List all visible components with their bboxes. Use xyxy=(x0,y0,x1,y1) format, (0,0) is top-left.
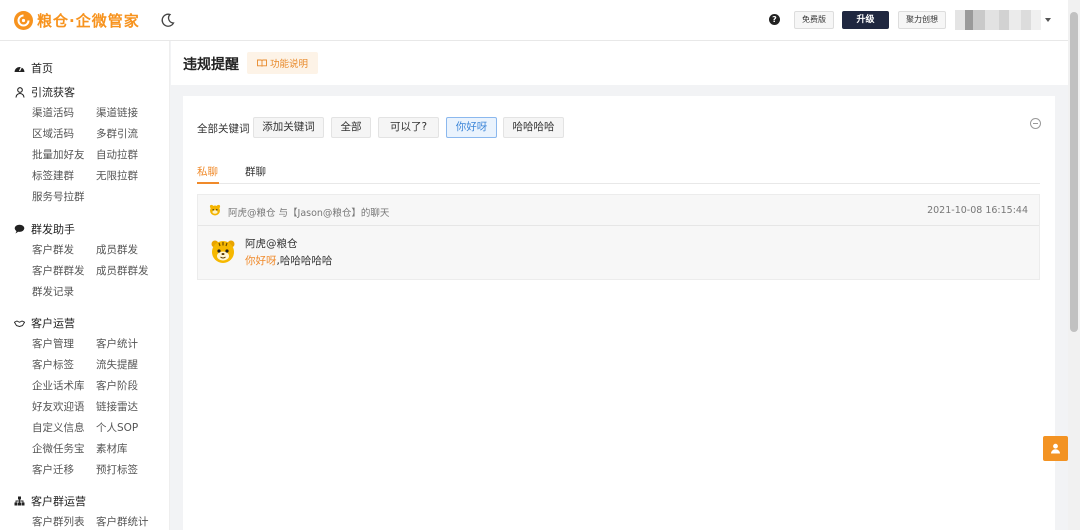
tab-private-chat[interactable]: 私聊 xyxy=(197,164,218,179)
tiger-avatar-icon xyxy=(209,204,221,216)
sidebar-section-mass-messaging[interactable]: 群发助手 xyxy=(14,221,75,237)
user-menu-caret-icon[interactable] xyxy=(1045,18,1051,22)
sidebar-item[interactable]: 客户统计 xyxy=(96,336,138,351)
page-scrollbar[interactable] xyxy=(1068,0,1080,530)
scrollbar-thumb[interactable] xyxy=(1070,12,1078,332)
keyword-chip[interactable]: 可以了? xyxy=(378,117,439,138)
handshake-icon xyxy=(14,318,25,329)
sidebar-section-label: 客户运营 xyxy=(31,317,75,330)
sidebar-item-label: 首页 xyxy=(31,62,53,75)
chat-type-tabs: 私聊 群聊 xyxy=(197,164,1040,184)
user-avatar-blurred[interactable] xyxy=(955,10,1041,30)
sidebar-section-label: 客户群运营 xyxy=(31,495,86,508)
sidebar-section-label: 群发助手 xyxy=(31,223,75,236)
message-rest: ,哈哈哈哈哈 xyxy=(276,255,333,267)
chat-bubble-icon xyxy=(14,224,25,235)
sidebar-item-home[interactable]: 首页 xyxy=(14,60,53,76)
page-header: 违规提醒 功能说明 xyxy=(171,41,1068,85)
org-chart-icon xyxy=(14,496,25,507)
app-logo[interactable]: 粮仓·企微管家 xyxy=(14,10,140,31)
feature-description-button[interactable]: 功能说明 xyxy=(247,52,318,74)
message-text: 你好呀,哈哈哈哈哈 xyxy=(245,253,332,268)
logo-mark-icon xyxy=(14,11,33,30)
sidebar-item[interactable]: 客户迁移 xyxy=(32,462,74,477)
chat-title: 阿虎@粮仓 与【Jason@粮仓】的聊天 xyxy=(228,208,390,219)
keyword-chip[interactable]: 哈哈哈哈 xyxy=(503,117,564,138)
sidebar-item[interactable]: 好友欢迎语 xyxy=(32,399,85,414)
sidebar-section-group-ops[interactable]: 客户群运营 xyxy=(14,493,86,509)
sidebar-item[interactable]: 群发记录 xyxy=(32,284,74,299)
book-icon xyxy=(257,59,267,67)
sidebar-item[interactable]: 客户阶段 xyxy=(96,378,138,393)
collapse-icon[interactable] xyxy=(1030,118,1041,129)
sidebar-item[interactable]: 多群引流 xyxy=(96,126,138,141)
chat-record: 阿虎@粮仓 与【Jason@粮仓】的聊天 2021-10-08 16:15:44… xyxy=(197,194,1040,280)
dark-mode-moon-icon[interactable] xyxy=(160,12,176,28)
sidebar-item[interactable]: 服务号拉群 xyxy=(32,189,85,204)
sidebar-item[interactable]: 标签建群 xyxy=(32,168,74,183)
sidebar-item[interactable]: 流失提醒 xyxy=(96,357,138,372)
sidebar-item[interactable]: 客户管理 xyxy=(32,336,74,351)
chat-record-header: 阿虎@粮仓 与【Jason@粮仓】的聊天 2021-10-08 16:15:44 xyxy=(198,195,1039,226)
highlighted-keyword: 你好呀 xyxy=(245,255,277,267)
sender-avatar xyxy=(211,240,235,263)
sidebar-section-customer-ops[interactable]: 客户运营 xyxy=(14,315,75,331)
top-header: 粮仓·企微管家 ? 免费版 升级 聚力创想 xyxy=(0,0,1068,41)
sidebar-item[interactable]: 自动拉群 xyxy=(96,147,138,162)
sidebar-item[interactable]: 预打标签 xyxy=(96,462,138,477)
sidebar-item[interactable]: 个人SOP xyxy=(96,420,138,435)
upgrade-button[interactable]: 升级 xyxy=(842,11,889,29)
sidebar-item[interactable]: 自定义信息 xyxy=(32,420,85,435)
main-card: 全部关键词 添加关键词 全部 可以了? 你好呀 哈哈哈哈 私聊 群聊 阿虎@粮仓… xyxy=(183,96,1055,530)
sidebar-item[interactable]: 客户群列表 xyxy=(32,514,85,529)
sidebar-item[interactable]: 区域活码 xyxy=(32,126,74,141)
sidebar-item[interactable]: 成员群群发 xyxy=(96,263,149,278)
sidebar-item[interactable]: 素材库 xyxy=(96,441,128,456)
sender-name: 阿虎@粮仓 xyxy=(245,238,298,250)
feature-description-label: 功能说明 xyxy=(269,59,308,70)
sidebar-item[interactable]: 客户标签 xyxy=(32,357,74,372)
tab-group-chat[interactable]: 群聊 xyxy=(245,164,266,179)
sidebar-item[interactable]: 渠道活码 xyxy=(32,105,74,120)
sidebar-item[interactable]: 客户群统计 xyxy=(96,514,149,529)
user-icon xyxy=(1051,443,1060,454)
sidebar-item[interactable]: 成员群发 xyxy=(96,242,138,257)
dashboard-icon xyxy=(14,63,25,74)
sidebar-item[interactable]: 无限拉群 xyxy=(96,168,138,183)
floating-user-button[interactable] xyxy=(1043,436,1068,461)
sidebar-section-label: 引流获客 xyxy=(31,86,75,99)
add-keyword-button[interactable]: 添加关键词 xyxy=(253,117,324,138)
sidebar-item[interactable]: 客户群群发 xyxy=(32,263,85,278)
keyword-chip-active[interactable]: 你好呀 xyxy=(446,117,497,138)
keyword-chip[interactable]: 全部 xyxy=(331,117,371,138)
sidebar-item[interactable]: 渠道链接 xyxy=(96,105,138,120)
active-tab-underline xyxy=(197,182,219,184)
sidebar-item[interactable]: 企微任务宝 xyxy=(32,441,85,456)
sidebar: 首页 引流获客 渠道活码 渠道链接 区域活码 多群引流 批量加好友 自动拉群 标… xyxy=(0,41,170,530)
chat-timestamp: 2021-10-08 16:15:44 xyxy=(927,205,1028,216)
sidebar-item[interactable]: 客户群发 xyxy=(32,242,74,257)
sidebar-item[interactable]: 链接雷达 xyxy=(96,399,138,414)
help-icon[interactable]: ? xyxy=(769,14,780,25)
team-name-button[interactable]: 聚力创想 xyxy=(898,11,946,29)
free-version-button[interactable]: 免费版 xyxy=(794,11,834,29)
keywords-label: 全部关键词 xyxy=(197,123,250,135)
sidebar-section-lead-acquisition[interactable]: 引流获客 xyxy=(14,84,75,100)
person-icon xyxy=(14,86,25,98)
logo-text: 粮仓·企微管家 xyxy=(37,12,140,30)
sidebar-item[interactable]: 批量加好友 xyxy=(32,147,85,162)
sidebar-item[interactable]: 企业话术库 xyxy=(32,378,85,393)
page-title: 违规提醒 xyxy=(183,57,239,73)
